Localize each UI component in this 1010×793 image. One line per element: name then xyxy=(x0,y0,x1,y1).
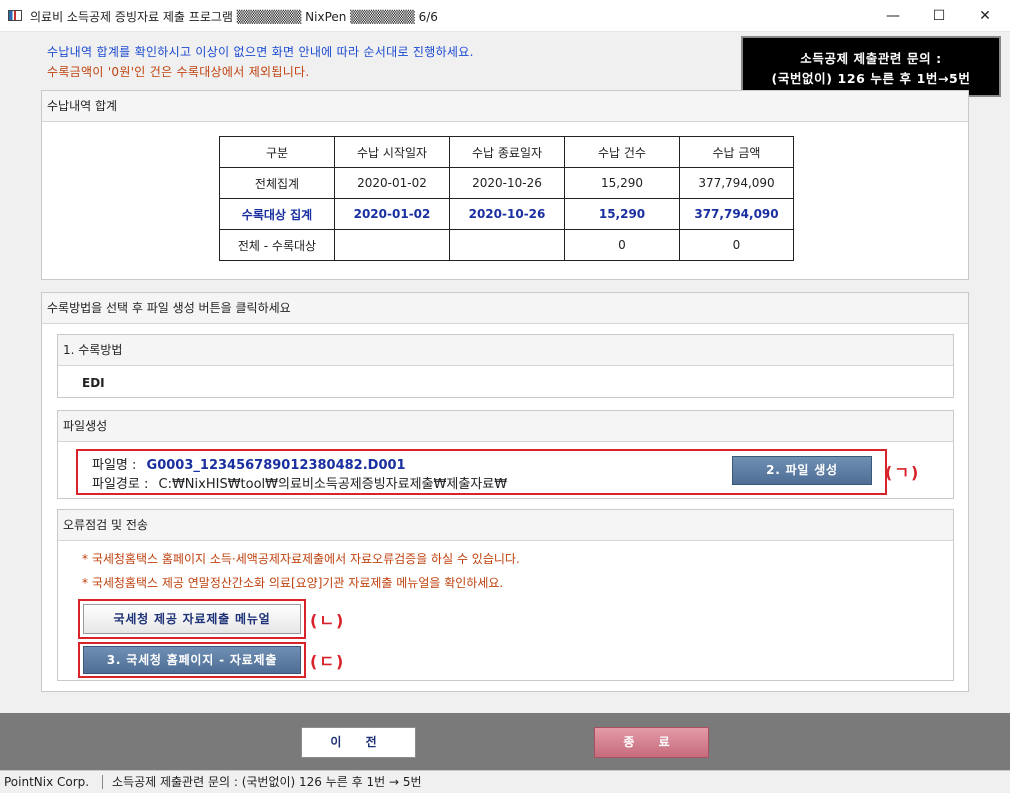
maximize-button[interactable]: ☐ xyxy=(916,0,962,32)
contact-line-1: 소득공제 제출관련 문의 : xyxy=(800,51,942,66)
method-panel: 수록방법을 선택 후 파일 생성 버튼을 클릭하세요 1. 수록방법 EDI 파… xyxy=(41,292,969,692)
table-header-cell: 수납 종료일자 xyxy=(449,136,565,168)
title-bar: 의료비 소득공제 증빙자료 제출 프로그램 ▒▒▒▒▒▒▒ NixPen ▒▒▒… xyxy=(0,0,1010,32)
submit-hometax-button[interactable]: 3. 국세청 홈페이지 - 자료제출 xyxy=(83,646,301,674)
manual-button[interactable]: 국세청 제공 자료제출 메뉴얼 xyxy=(83,604,301,634)
contact-info-box: 소득공제 제출관련 문의 : (국번없이) 126 누른 후 1번→5번 xyxy=(741,36,1001,97)
table-header-cell: 수납 시작일자 xyxy=(334,136,450,168)
notice-line-2: 수록금액이 '0원'인 건은 수록대상에서 제외됩니다. xyxy=(47,65,310,79)
method-section: 1. 수록방법 EDI xyxy=(57,334,954,398)
table-cell: 수록대상 집계 xyxy=(219,198,335,230)
table-cell: 0 xyxy=(564,229,680,261)
table-header-cell: 수납 금액 xyxy=(679,136,794,168)
file-create-section: 파일생성 파일명 : G0003_1234567890123804​82.D00… xyxy=(57,410,954,499)
status-divider xyxy=(102,775,103,789)
check-note-2: * 국세청홈택스 제공 연말정산간소화 의료[요양]기관 자료제출 메뉴얼을 확… xyxy=(82,576,504,590)
table-cell: 377,794,090 xyxy=(679,198,794,230)
app-icon xyxy=(8,10,22,21)
table-cell: 15,290 xyxy=(564,198,680,230)
table-cell: 전체 - 수록대상 xyxy=(219,229,335,261)
table-cell: 2020-01-02 xyxy=(334,198,450,230)
file-name-row: 파일명 : G0003_1234567890123804​82.D001 xyxy=(92,454,406,473)
check-submit-title: 오류점검 및 전송 xyxy=(58,510,953,541)
table-cell: 2020-01-02 xyxy=(334,167,450,199)
table-row: 전체 - 수록대상 0 0 xyxy=(219,229,794,261)
summary-table: 구분 수납 시작일자 수납 종료일자 수납 건수 수납 금액 전체집계 2020… xyxy=(219,136,794,261)
status-message: 소득공제 제출관련 문의 : (국번없이) 126 누른 후 1번 → 5번 xyxy=(112,775,422,789)
table-cell xyxy=(334,229,450,261)
summary-panel: 수납내역 합계 구분 수납 시작일자 수납 종료일자 수납 건수 수납 금액 전… xyxy=(41,90,969,280)
table-row: 전체집계 2020-01-02 2020-10-26 15,290 377,79… xyxy=(219,167,794,199)
check-submit-section: 오류점검 및 전송 * 국세청홈택스 홈페이지 소득·세액공제자료제출에서 자료… xyxy=(57,509,954,681)
mark-a-label: (ㄱ) xyxy=(885,463,921,482)
main-content: 수납내역 합계를 확인하시고 이상이 없으면 화면 안내에 따라 순서대로 진행… xyxy=(0,33,1010,713)
file-path-value: C:₩NixHIS₩tool₩의료비소득공제증빙자료제출₩제출자료₩ xyxy=(158,477,508,492)
method-value: EDI xyxy=(82,376,105,390)
file-path-row: 파일경로 : C:₩NixHIS₩tool₩의료비소득공제증빙자료제출₩제출자료… xyxy=(92,473,507,492)
summary-panel-title: 수납내역 합계 xyxy=(42,91,968,122)
close-window-button[interactable]: ✕ xyxy=(962,0,1008,32)
table-header-cell: 구분 xyxy=(219,136,335,168)
table-cell: 2020-10-26 xyxy=(449,198,565,230)
window-title: 의료비 소득공제 증빙자료 제출 프로그램 ▒▒▒▒▒▒▒ NixPen ▒▒▒… xyxy=(30,10,438,24)
footer-bar: 이 전 종 료 xyxy=(0,713,1010,770)
mark-b-label: (ㄴ) xyxy=(310,611,346,630)
minimize-button[interactable]: — xyxy=(870,0,916,32)
check-note-1: * 국세청홈택스 홈페이지 소득·세액공제자료제출에서 자료오류검증을 하실 수… xyxy=(82,552,520,566)
method-panel-title: 수록방법을 선택 후 파일 생성 버튼을 클릭하세요 xyxy=(42,293,968,324)
file-name-value: G0003_1234567890123804​82.D001 xyxy=(146,458,406,473)
table-header-cell: 수납 건수 xyxy=(564,136,680,168)
notice-line-1: 수납내역 합계를 확인하시고 이상이 없으면 화면 안내에 따라 순서대로 진행… xyxy=(47,45,474,59)
status-bar: PointNix Corp. 소득공제 제출관련 문의 : (국번없이) 126… xyxy=(0,770,1010,793)
table-cell: 377,794,090 xyxy=(679,167,794,199)
status-company: PointNix Corp. xyxy=(4,775,90,789)
table-row: 수록대상 집계 2020-01-02 2020-10-26 15,290 377… xyxy=(219,198,794,230)
table-cell: 15,290 xyxy=(564,167,680,199)
method-section-title: 1. 수록방법 xyxy=(58,335,953,366)
file-name-label: 파일명 : xyxy=(92,458,137,473)
mark-c-label: (ㄷ) xyxy=(310,652,346,671)
table-cell: 0 xyxy=(679,229,794,261)
table-header-row: 구분 수납 시작일자 수납 종료일자 수납 건수 수납 금액 xyxy=(219,136,794,168)
table-cell xyxy=(449,229,565,261)
file-create-title: 파일생성 xyxy=(58,411,953,442)
exit-button[interactable]: 종 료 xyxy=(594,727,709,758)
contact-line-2: (국번없이) 126 누른 후 1번→5번 xyxy=(771,71,971,86)
table-cell: 2020-10-26 xyxy=(449,167,565,199)
table-cell: 전체집계 xyxy=(219,167,335,199)
file-path-label: 파일경로 : xyxy=(92,477,149,492)
create-file-button[interactable]: 2. 파일 생성 xyxy=(732,456,872,485)
prev-button[interactable]: 이 전 xyxy=(301,727,416,758)
